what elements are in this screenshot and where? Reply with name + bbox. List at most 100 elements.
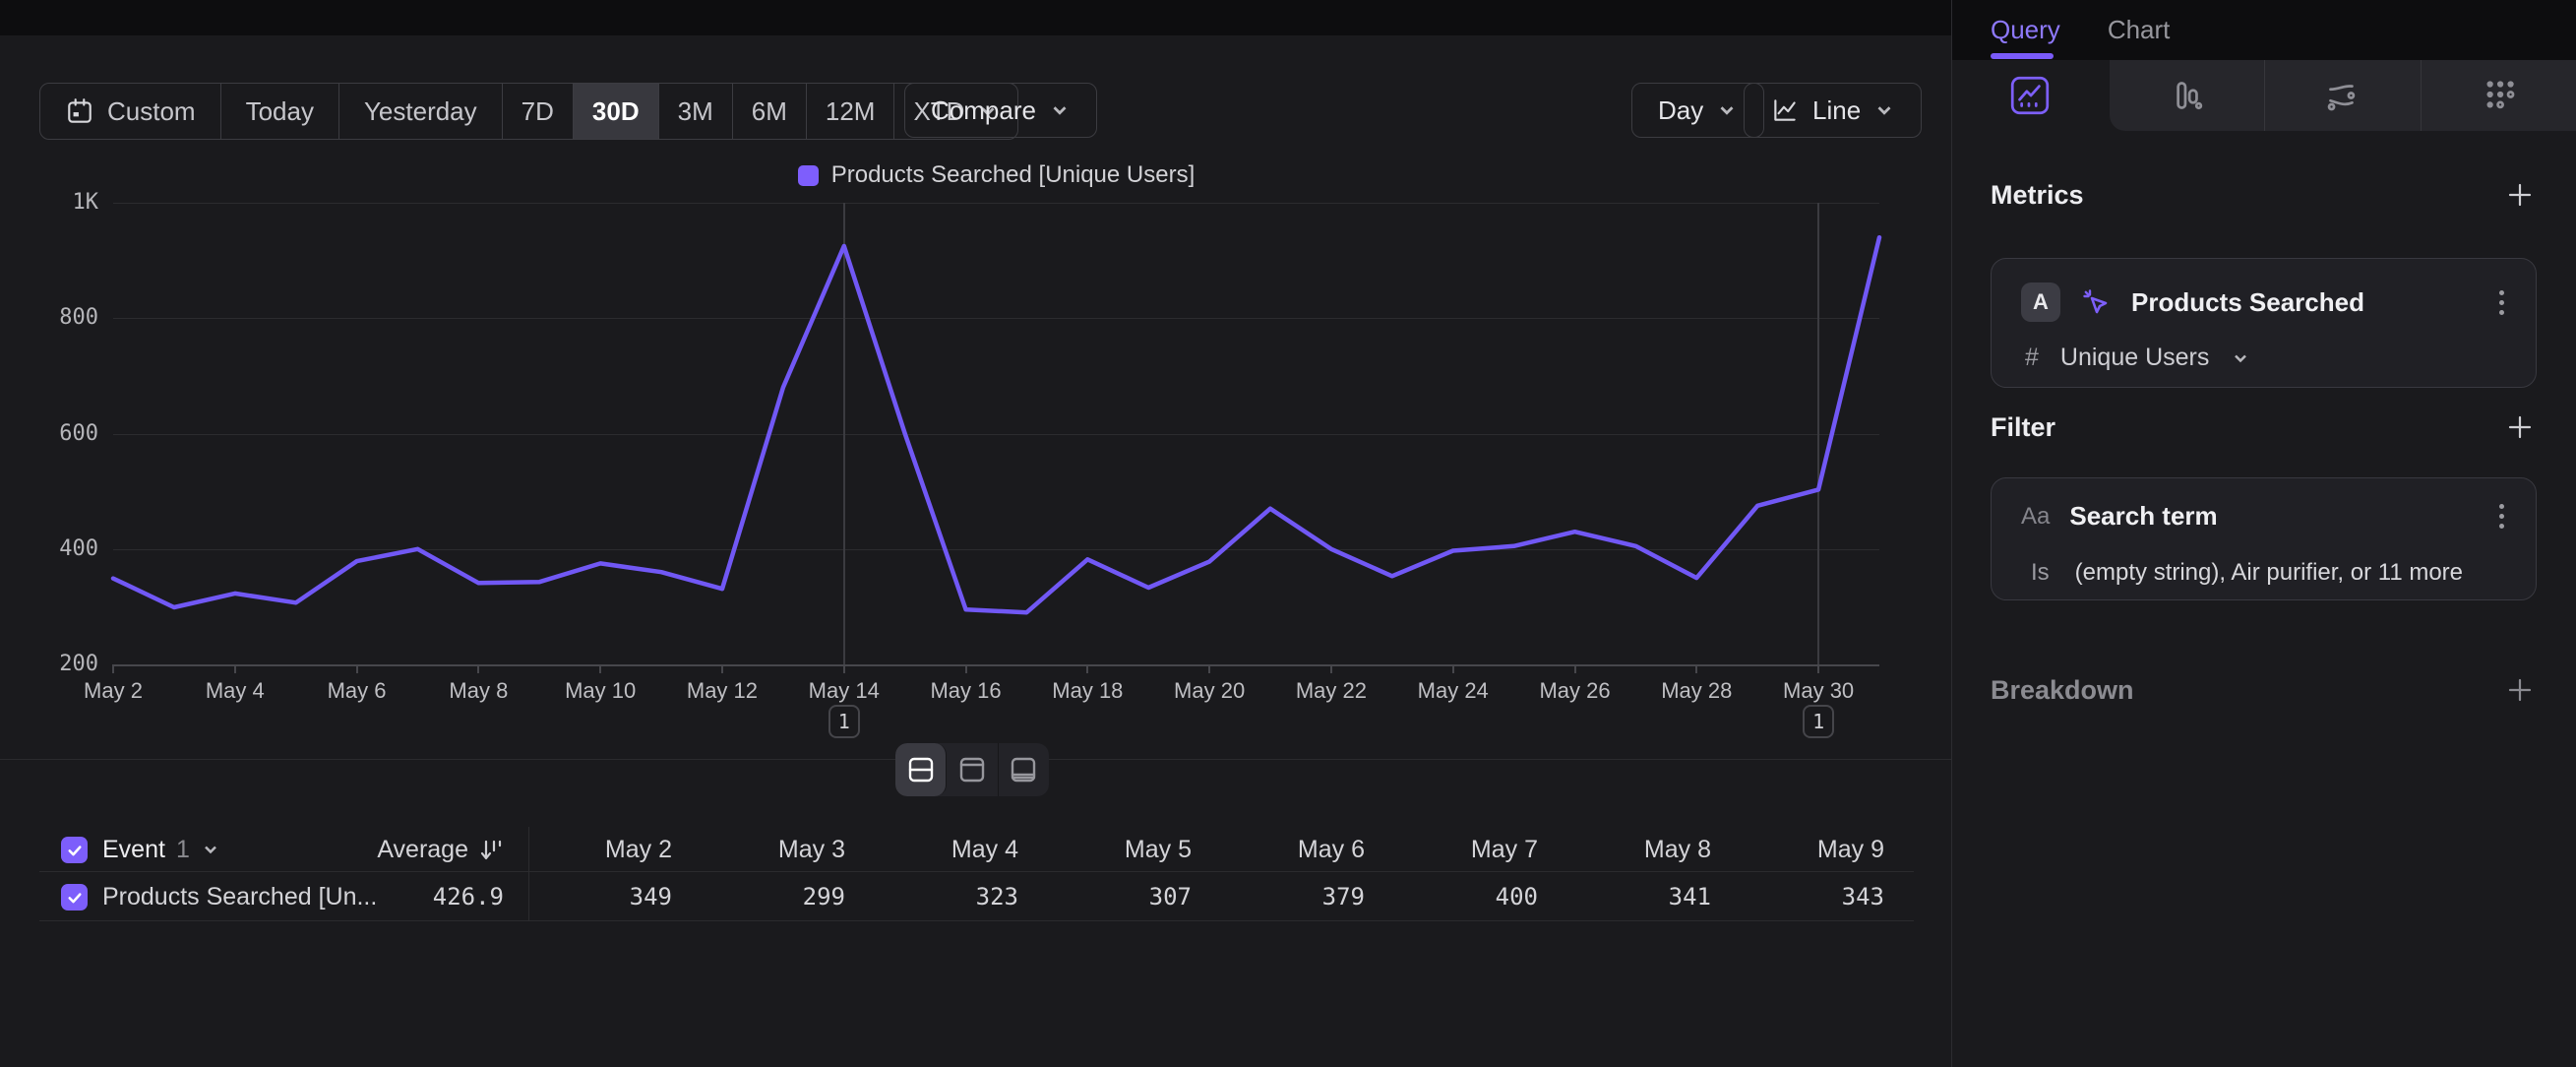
view-tab-flows[interactable] (2264, 60, 2421, 131)
event-label: Event (102, 836, 165, 864)
y-axis-label: 200 (28, 652, 98, 677)
x-axis-tick (112, 664, 114, 673)
layout-table-only-button[interactable] (999, 743, 1049, 796)
x-axis-tick (599, 664, 601, 673)
x-axis-label: May 4 (171, 678, 299, 704)
x-axis-label: May 8 (414, 678, 542, 704)
line-chart-icon (1770, 95, 1800, 125)
range-3m[interactable]: 3M (659, 84, 733, 139)
y-axis-label: 600 (28, 421, 98, 447)
range-custom[interactable]: Custom (40, 84, 221, 139)
table-cell-value: 299 (702, 872, 875, 921)
add-filter-icon[interactable] (2505, 412, 2535, 442)
date-column-header: May 2 (528, 827, 702, 872)
add-metric-icon[interactable] (2505, 180, 2535, 210)
x-axis-tick (1330, 664, 1332, 673)
filter-title: Filter (1991, 412, 2055, 443)
calendar-icon (65, 96, 94, 126)
annotation-badge[interactable]: 1 (828, 705, 860, 738)
range-6m[interactable]: 6M (733, 84, 807, 139)
sidebar-header: Query Chart (1952, 0, 2576, 60)
check-icon (66, 842, 84, 859)
series-line (113, 203, 1879, 664)
metric-kebab-menu[interactable] (2495, 286, 2508, 319)
compare-label: Compare (931, 95, 1036, 126)
filter-operator: Is (2031, 559, 2050, 587)
average-sort-header[interactable]: Average (266, 827, 504, 872)
table-cell-value: 341 (1567, 872, 1741, 921)
main-panel: CustomTodayYesterday7D30D3M6M12MXTD Comp… (0, 0, 1951, 1067)
layout-toggle (895, 743, 1049, 796)
view-tab-insights-chart[interactable] (1952, 60, 2109, 131)
date-column-header: May 3 (702, 827, 875, 872)
breakdown-title: Breakdown (1991, 675, 2134, 706)
chevron-down-icon (201, 840, 220, 859)
date-column-header: May 4 (875, 827, 1048, 872)
granularity-label: Day (1658, 95, 1703, 126)
chart-type-button[interactable]: Line (1744, 83, 1922, 138)
split-view-icon (906, 756, 936, 784)
layout-split-view-button[interactable] (895, 743, 947, 796)
chart-type-label: Line (1812, 95, 1861, 126)
check-icon (66, 889, 84, 907)
row-border (39, 920, 1914, 921)
range-yesterday[interactable]: Yesterday (339, 84, 503, 139)
average-label: Average (377, 836, 468, 864)
tab-divider (2264, 60, 2265, 131)
range-12m[interactable]: 12M (807, 84, 895, 139)
metric-name: Products Searched (2131, 287, 2364, 318)
insights-chart-icon (2007, 73, 2053, 118)
event-dropdown[interactable]: Event 1 (102, 827, 220, 872)
x-axis-label: May 24 (1389, 678, 1517, 704)
filter-property-name: Search term (2069, 501, 2217, 532)
chart-only-icon (957, 756, 987, 784)
x-axis-tick (477, 664, 479, 673)
chevron-down-icon (1716, 99, 1738, 121)
y-axis-label: 1K (28, 190, 98, 216)
chevron-down-icon (1873, 99, 1895, 121)
add-breakdown-icon[interactable] (2505, 675, 2535, 705)
x-axis-label: May 20 (1145, 678, 1273, 704)
table-cell-value: 400 (1394, 872, 1567, 921)
date-column-header: May 5 (1048, 827, 1221, 872)
view-tabs (1952, 60, 2576, 131)
x-axis-label: May 28 (1632, 678, 1760, 704)
top-band (0, 0, 1951, 35)
x-axis-label: May 10 (536, 678, 664, 704)
range-today[interactable]: Today (221, 84, 339, 139)
bar-chart-icon (2164, 73, 2209, 118)
table-cell-value: 379 (1221, 872, 1394, 921)
x-axis-tick (1817, 664, 1819, 673)
x-axis-label: May 26 (1511, 678, 1639, 704)
table-only-icon (1009, 756, 1038, 784)
x-axis-label: May 22 (1267, 678, 1395, 704)
range-7d[interactable]: 7D (503, 84, 574, 139)
tab-query[interactable]: Query (1991, 15, 2060, 45)
table-cell-value: 307 (1048, 872, 1221, 921)
view-tab-bar-chart[interactable] (2109, 60, 2265, 131)
x-axis-tick (356, 664, 358, 673)
row-checkbox[interactable] (61, 884, 88, 910)
metrics-section-heading: Metrics (1991, 173, 2535, 217)
compare-button[interactable]: Compare (904, 83, 1097, 138)
view-tab-retention[interactable] (2421, 60, 2576, 131)
x-axis-label: May 2 (49, 678, 177, 704)
tab-chart[interactable]: Chart (2108, 15, 2171, 45)
filter-kebab-menu[interactable] (2495, 500, 2508, 533)
table-cell-value: 349 (528, 872, 702, 921)
row-values: 349299323307379400341343 (528, 872, 1914, 921)
x-axis-tick (965, 664, 967, 673)
chart-legend[interactable]: Products Searched [Unique Users] (113, 161, 1879, 189)
annotation-badge[interactable]: 1 (1803, 705, 1834, 738)
filter-card[interactable]: Aa Search term Is (empty string), Air pu… (1991, 477, 2537, 600)
select-all-checkbox[interactable] (61, 837, 88, 863)
range-30d[interactable]: 30D (574, 84, 659, 139)
view-type-strip (1952, 60, 2576, 131)
layout-chart-only-button[interactable] (947, 743, 998, 796)
x-axis-tick (1086, 664, 1088, 673)
breakdown-section-heading: Breakdown (1991, 668, 2535, 712)
aggregation-dropdown[interactable]: # Unique Users (2025, 344, 2250, 372)
filter-condition[interactable]: Is (empty string), Air purifier, or 11 m… (2031, 559, 2463, 587)
x-axis-label: May 30 (1754, 678, 1882, 704)
metric-card[interactable]: A Products Searched # Unique Users (1991, 258, 2537, 388)
